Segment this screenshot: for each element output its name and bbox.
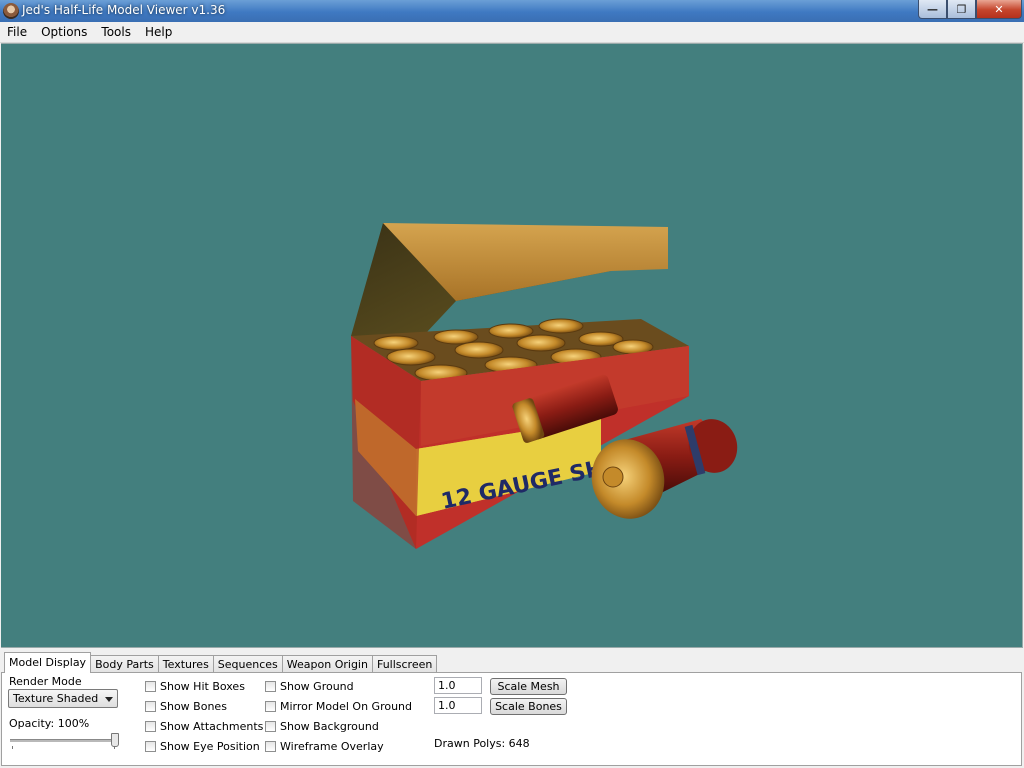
- checkbox-box[interactable]: [265, 701, 276, 712]
- checkbox-box[interactable]: [145, 681, 156, 692]
- tab-strip: Model Display Body Parts Textures Sequen…: [4, 652, 438, 673]
- slider-tick: [114, 746, 115, 749]
- checkbox-label: Show Bones: [160, 700, 227, 713]
- tab-body-parts[interactable]: Body Parts: [90, 655, 159, 673]
- tab-fullscreen[interactable]: Fullscreen: [371, 655, 438, 673]
- checkbox-label: Mirror Model On Ground: [280, 700, 413, 713]
- checkbox-label: Show Eye Position: [160, 740, 260, 753]
- close-icon: ✕: [994, 2, 1004, 16]
- dropdown-arrow-icon: [105, 697, 113, 702]
- show-eye-position-checkbox[interactable]: Show Eye Position: [145, 740, 260, 753]
- render-mode-select[interactable]: Texture Shaded: [8, 689, 118, 708]
- scale-bones-button[interactable]: Scale Bones: [490, 698, 567, 715]
- app-icon[interactable]: [3, 3, 19, 19]
- show-bones-checkbox[interactable]: Show Bones: [145, 700, 227, 713]
- restore-icon: ❐: [956, 2, 967, 16]
- checkbox-box[interactable]: [265, 721, 276, 732]
- shotgun-shell-box-model: 12 GAUGE SHOT: [351, 223, 738, 549]
- mirror-model-checkbox[interactable]: Mirror Model On Ground: [265, 700, 412, 713]
- model-viewport[interactable]: 12 GAUGE SHOT: [1, 43, 1023, 648]
- show-attachments-checkbox[interactable]: Show Attachments: [145, 720, 263, 733]
- checkbox-label: Show Ground: [280, 680, 354, 693]
- opacity-slider-thumb[interactable]: [111, 733, 119, 747]
- checkbox-label: Wireframe Overlay: [280, 740, 384, 753]
- drawn-polys-readout: Drawn Polys: 648: [434, 737, 530, 750]
- menu-tools[interactable]: Tools: [94, 22, 138, 42]
- show-ground-checkbox[interactable]: Show Ground: [265, 680, 354, 693]
- menu-file[interactable]: File: [0, 22, 34, 42]
- checkbox-label: Show Background: [280, 720, 379, 733]
- opacity-slider-track[interactable]: [10, 739, 118, 742]
- checkbox-label: Show Attachments: [160, 720, 264, 733]
- show-hit-boxes-checkbox[interactable]: Show Hit Boxes: [145, 680, 245, 693]
- title-bar: Jed's Half-Life Model Viewer v1.36 — ❐ ✕: [0, 0, 1024, 22]
- control-panel: Model Display Body Parts Textures Sequen…: [0, 648, 1024, 768]
- close-button[interactable]: ✕: [976, 0, 1022, 19]
- render-mode-label: Render Mode: [9, 675, 82, 688]
- minimize-icon: —: [927, 2, 938, 16]
- window-controls: — ❐ ✕: [918, 0, 1022, 19]
- checkbox-box[interactable]: [265, 681, 276, 692]
- tab-sequences[interactable]: Sequences: [212, 655, 283, 673]
- checkbox-box[interactable]: [265, 741, 276, 752]
- tab-textures[interactable]: Textures: [157, 655, 214, 673]
- scale-mesh-button[interactable]: Scale Mesh: [490, 678, 567, 695]
- checkbox-box[interactable]: [145, 741, 156, 752]
- scale-bones-input[interactable]: 1.0: [434, 697, 482, 714]
- render-mode-value: Texture Shaded: [13, 692, 99, 705]
- opacity-label: Opacity: 100%: [9, 717, 90, 730]
- menu-bar: File Options Tools Help: [0, 22, 1024, 43]
- show-background-checkbox[interactable]: Show Background: [265, 720, 379, 733]
- tab-model-display[interactable]: Model Display: [4, 652, 92, 673]
- tab-weapon-origin[interactable]: Weapon Origin: [281, 655, 373, 673]
- scale-mesh-input[interactable]: 1.0: [434, 677, 482, 694]
- wireframe-overlay-checkbox[interactable]: Wireframe Overlay: [265, 740, 384, 753]
- window-title: Jed's Half-Life Model Viewer v1.36: [22, 3, 226, 17]
- minimize-button[interactable]: —: [918, 0, 947, 19]
- slider-tick: [12, 746, 13, 749]
- menu-options[interactable]: Options: [34, 22, 94, 42]
- checkbox-box[interactable]: [145, 701, 156, 712]
- restore-button[interactable]: ❐: [947, 0, 976, 19]
- menu-help[interactable]: Help: [138, 22, 179, 42]
- checkbox-box[interactable]: [145, 721, 156, 732]
- checkbox-label: Show Hit Boxes: [160, 680, 245, 693]
